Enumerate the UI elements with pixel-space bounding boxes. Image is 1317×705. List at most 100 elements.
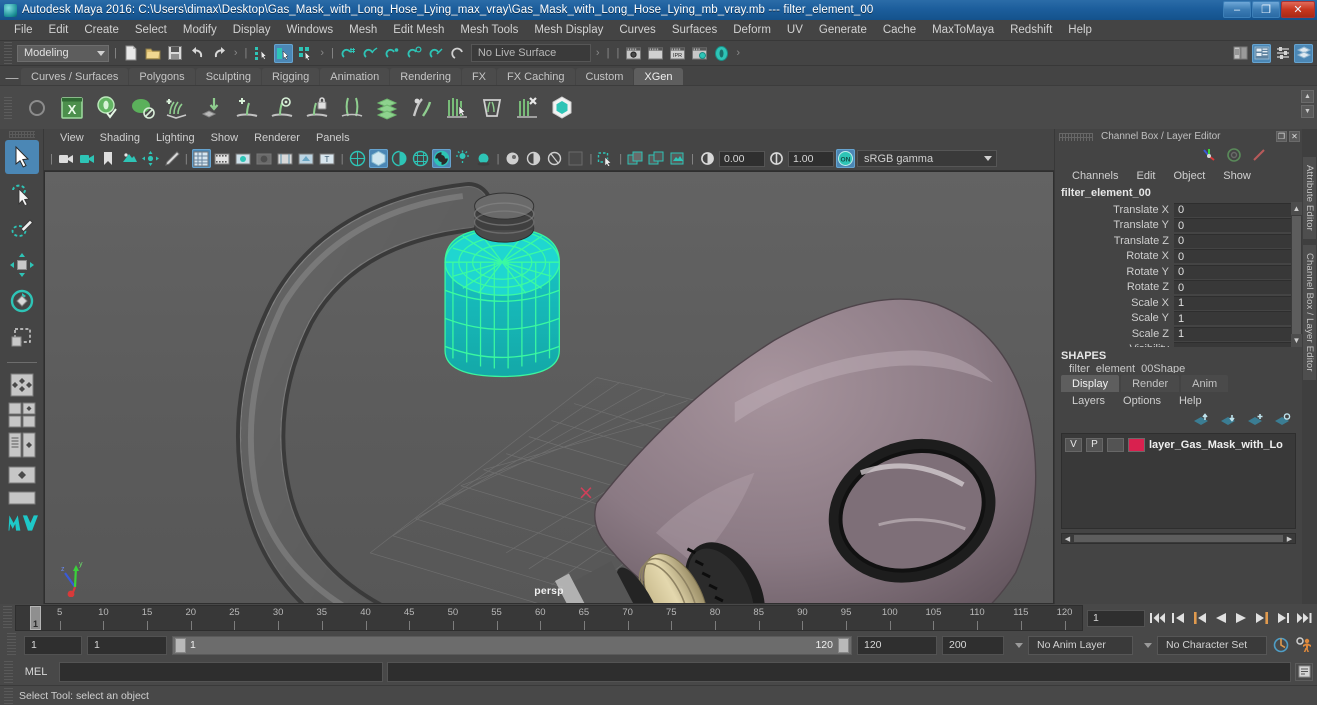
channel-row-translate-y[interactable]: Translate Y 0 xyxy=(1055,218,1302,234)
menu-mesh[interactable]: Mesh xyxy=(341,22,385,38)
panel-grip[interactable] xyxy=(1059,132,1093,141)
range-slider-right-handle[interactable] xyxy=(838,637,849,653)
select-camera-icon[interactable] xyxy=(57,149,76,168)
viewport-menu-shading[interactable]: Shading xyxy=(92,131,148,145)
animation-end-field[interactable]: 200 xyxy=(942,635,1004,655)
channel-row-visibility[interactable]: Visibility on xyxy=(1055,342,1302,347)
scroll-down-icon[interactable]: ▼ xyxy=(1291,334,1302,347)
tool-settings-panel-icon[interactable] xyxy=(1273,44,1292,63)
lasso-tool-button[interactable] xyxy=(5,176,39,210)
menu-deform[interactable]: Deform xyxy=(725,22,779,38)
depth-of-field-icon[interactable] xyxy=(545,149,564,168)
channelbox-menu-object[interactable]: Object xyxy=(1164,169,1214,183)
menu-surfaces[interactable]: Surfaces xyxy=(664,22,725,38)
layer-playback-toggle[interactable]: P xyxy=(1086,437,1103,452)
xgen-split-primitives-icon[interactable] xyxy=(336,92,368,124)
scroll-left-icon[interactable]: ◀ xyxy=(1062,534,1073,543)
xgen-guide-tool-icon[interactable] xyxy=(406,92,438,124)
channelbox-menu-edit[interactable]: Edit xyxy=(1127,169,1164,183)
menu-mesh-display[interactable]: Mesh Display xyxy=(526,22,611,38)
channel-row-rotate-x[interactable]: Rotate X 0 xyxy=(1055,249,1302,265)
channel-value[interactable]: 0 xyxy=(1174,202,1292,217)
save-scene-icon[interactable] xyxy=(166,44,185,63)
menu-mesh-tools[interactable]: Mesh Tools xyxy=(452,22,526,38)
xgen-select-guides-icon[interactable] xyxy=(441,92,473,124)
channel-row-rotate-y[interactable]: Rotate Y 0 xyxy=(1055,264,1302,280)
menu-cache[interactable]: Cache xyxy=(875,22,924,38)
menu-create[interactable]: Create xyxy=(76,22,127,38)
motion-blur-icon[interactable] xyxy=(503,149,522,168)
xgen-add-groom-icon[interactable] xyxy=(161,92,193,124)
create-empty-layer-icon[interactable] xyxy=(1246,411,1265,430)
vertical-tab-attribute-editor[interactable]: Attribute Editor xyxy=(1303,157,1316,240)
shelf-tab-sculpting[interactable]: Sculpting xyxy=(195,68,261,85)
toolbox-grip[interactable] xyxy=(8,131,35,138)
layer-list-horizontal-scrollbar[interactable]: ◀ ▶ xyxy=(1061,533,1296,544)
shelf-tab-xgen[interactable]: XGen xyxy=(634,68,683,85)
layer-visibility-toggle[interactable]: V xyxy=(1065,437,1082,452)
gate-mask-icon[interactable] xyxy=(255,149,274,168)
shaded-wireframe-icon[interactable] xyxy=(390,149,409,168)
scroll-up-icon[interactable]: ▲ xyxy=(1291,202,1302,215)
shelf-collapse-icon[interactable]: — xyxy=(4,69,20,85)
snap-to-view-planes-icon[interactable] xyxy=(427,44,446,63)
shelf-options-gear-icon[interactable] xyxy=(29,99,45,116)
menu-file[interactable]: File xyxy=(6,22,41,38)
xgen-disable-preview-icon[interactable] xyxy=(126,92,158,124)
film-gate-mask-icon[interactable] xyxy=(276,149,295,168)
animation-preferences-icon[interactable] xyxy=(1295,636,1313,654)
attribute-editor-panel-icon[interactable] xyxy=(1252,43,1271,63)
channel-row-scale-x[interactable]: Scale X 1 xyxy=(1055,295,1302,311)
time-slider[interactable]: 1 5 10 15 20 25 30 35 40 45 50 55 60 65 70 75 80 85 90 95 1… xyxy=(15,605,1083,631)
channel-row-translate-x[interactable]: Translate X 0 xyxy=(1055,202,1302,218)
layer-name-label[interactable]: layer_Gas_Mask_with_Lo xyxy=(1149,439,1283,451)
tab-display-layers[interactable]: Display xyxy=(1061,375,1120,392)
channel-box-panel-icon[interactable] xyxy=(1294,43,1313,63)
anim-layer-dropdown-icon[interactable] xyxy=(1009,636,1023,655)
smooth-shade-all-icon[interactable] xyxy=(368,149,388,168)
render-settings-icon[interactable] xyxy=(690,44,709,63)
live-surface-field[interactable]: No Live Surface xyxy=(470,44,591,62)
layer-menu-help[interactable]: Help xyxy=(1170,394,1211,408)
current-frame-field[interactable]: 1 xyxy=(1087,609,1145,627)
create-layer-from-selected-icon[interactable] xyxy=(1273,411,1292,430)
range-slider-left-handle[interactable] xyxy=(175,637,186,653)
menu-select[interactable]: Select xyxy=(127,22,175,38)
xgen-delete-guides-icon[interactable] xyxy=(511,92,543,124)
xgen-lock-description-icon[interactable] xyxy=(301,92,333,124)
camera-attributes-icon[interactable] xyxy=(78,149,97,168)
shadows-icon[interactable] xyxy=(453,149,472,168)
step-back-keyframe-button[interactable] xyxy=(1169,609,1187,627)
channel-row-scale-y[interactable]: Scale Y 1 xyxy=(1055,311,1302,327)
grid-toggle-icon[interactable] xyxy=(191,149,211,168)
rotate-manipulator-icon[interactable] xyxy=(1224,146,1243,165)
snap-to-curves-icon[interactable] xyxy=(361,44,380,63)
shelf-tab-curves-surfaces[interactable]: Curves / Surfaces xyxy=(21,68,129,85)
scroll-right-icon[interactable]: ▶ xyxy=(1284,534,1295,543)
anim-layer-selector[interactable]: No Anim Layer xyxy=(1028,635,1133,655)
channel-value[interactable]: 0 xyxy=(1174,280,1292,295)
screen-space-ao-icon[interactable] xyxy=(474,149,493,168)
layer-row[interactable]: V P layer_Gas_Mask_with_Lo xyxy=(1062,436,1295,453)
undo-icon[interactable] xyxy=(188,44,207,63)
layer-list[interactable]: V P layer_Gas_Mask_with_Lo xyxy=(1061,433,1296,529)
snap-to-points-icon[interactable] xyxy=(383,44,402,63)
make-live-icon[interactable] xyxy=(449,44,468,63)
command-language-label[interactable]: MEL xyxy=(17,666,55,678)
step-forward-frame-button[interactable] xyxy=(1253,609,1271,627)
viewport-menu-renderer[interactable]: Renderer xyxy=(246,131,308,145)
new-scene-icon[interactable] xyxy=(122,44,141,63)
layer-reference-toggle[interactable] xyxy=(1107,437,1124,452)
snapshot-icon[interactable] xyxy=(668,149,687,168)
shelf-scroll-up-icon[interactable]: ▲ xyxy=(1301,90,1314,103)
menu-edit[interactable]: Edit xyxy=(41,22,77,38)
xgen-import-description-icon[interactable] xyxy=(196,92,228,124)
menu-windows[interactable]: Windows xyxy=(278,22,341,38)
two-dimensional-pan-zoom-icon[interactable] xyxy=(141,149,160,168)
shelf-tab-animation[interactable]: Animation xyxy=(320,68,390,85)
menu-modify[interactable]: Modify xyxy=(175,22,225,38)
xgen-editor-icon[interactable]: X xyxy=(56,92,88,124)
channel-value[interactable]: 1 xyxy=(1174,326,1292,341)
tab-render-layers[interactable]: Render xyxy=(1121,375,1180,392)
viewport-menu-show[interactable]: Show xyxy=(203,131,247,145)
